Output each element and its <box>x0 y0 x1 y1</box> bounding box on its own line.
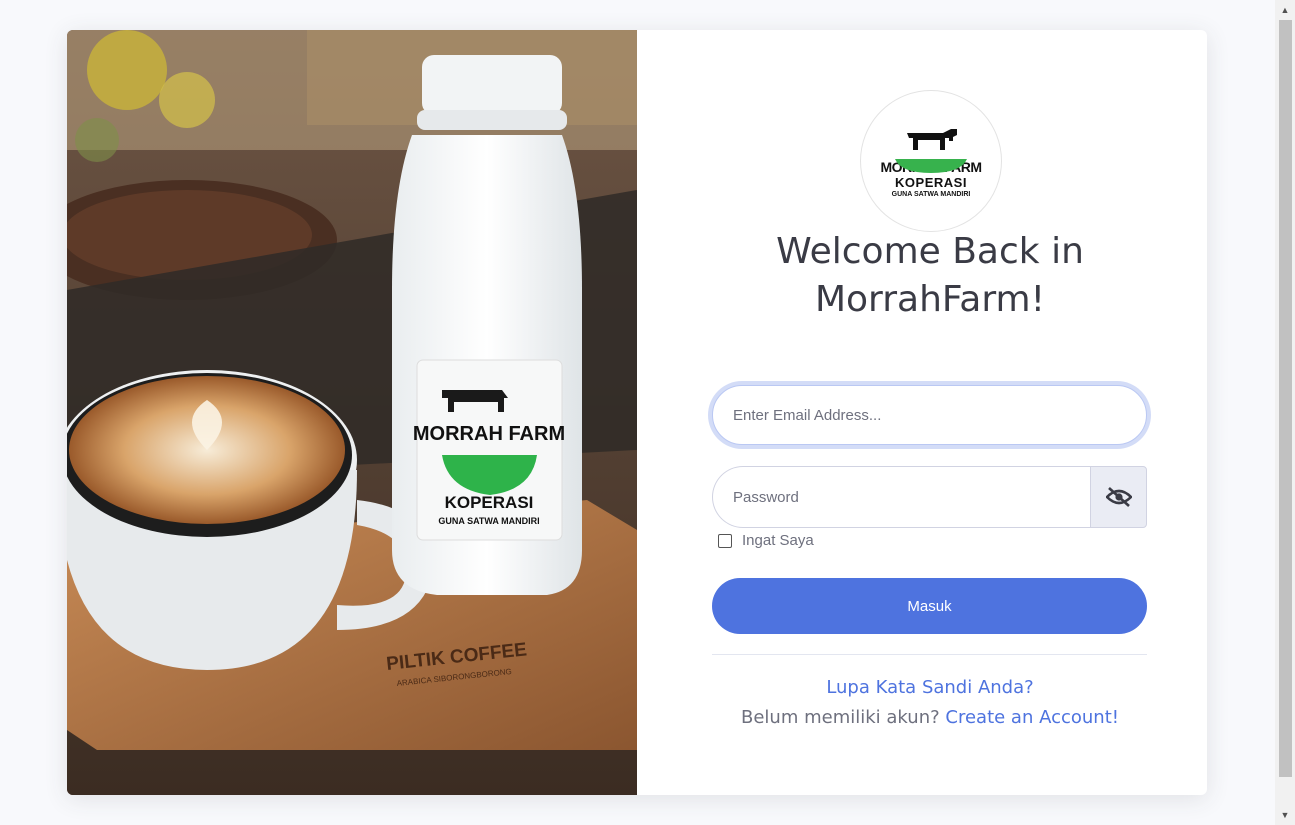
scroll-up-icon[interactable]: ▲ <box>1275 2 1295 18</box>
login-card: PILTIK COFFEE ARABICA SIBORONGBORONG MOR… <box>67 30 1207 795</box>
title-line-1: Welcome Back in <box>776 231 1084 272</box>
buffalo-icon <box>907 128 957 150</box>
bottle-sub1-text: KOPERASI <box>445 493 534 512</box>
bottle-brand-text: MORRAH FARM <box>413 423 565 445</box>
scroll-down-icon[interactable]: ▼ <box>1275 807 1295 823</box>
remember-checkbox[interactable] <box>718 533 732 548</box>
password-group <box>712 466 1147 528</box>
brand-logo: MORRAH FARM KOPERASI GUNA SATWA MANDIRI <box>860 90 1002 232</box>
eye-slash-icon <box>1105 487 1132 507</box>
login-button[interactable]: Masuk <box>712 578 1147 634</box>
create-account-link[interactable]: Create an Account! <box>945 707 1119 728</box>
forgot-password-link[interactable]: Lupa Kata Sandi Anda? <box>826 677 1033 698</box>
hero-image: PILTIK COFFEE ARABICA SIBORONGBORONG MOR… <box>67 30 637 795</box>
hero-illustration: PILTIK COFFEE ARABICA SIBORONGBORONG MOR… <box>67 30 637 795</box>
signup-row: Belum memiliki akun? Create an Account! <box>637 707 1207 728</box>
signup-prefix: Belum memiliki akun? <box>741 707 940 728</box>
title-line-2: MorrahFarm! <box>814 279 1046 320</box>
remember-me[interactable]: Ingat Saya <box>718 532 814 549</box>
email-input[interactable] <box>712 385 1147 445</box>
page-title: Welcome Back in MorrahFarm! <box>637 228 1207 324</box>
vertical-scrollbar[interactable]: ▲ ▼ <box>1275 0 1295 825</box>
logo-sub1-text: KOPERASI <box>895 174 967 190</box>
forgot-password-row: Lupa Kata Sandi Anda? <box>637 677 1207 698</box>
bottle-sub2-text: GUNA SATWA MANDIRI <box>438 516 539 526</box>
password-input[interactable] <box>712 466 1090 528</box>
password-visibility-toggle[interactable] <box>1090 466 1147 528</box>
login-form-panel: MORRAH FARM KOPERASI GUNA SATWA MANDIRI … <box>637 30 1207 795</box>
logo-leaf-icon <box>895 158 967 173</box>
logo-sub2-text: GUNA SATWA MANDIRI <box>891 190 971 198</box>
divider <box>712 654 1147 655</box>
remember-label: Ingat Saya <box>742 532 814 549</box>
scroll-thumb[interactable] <box>1279 20 1292 777</box>
login-page: PILTIK COFFEE ARABICA SIBORONGBORONG MOR… <box>0 0 1295 825</box>
